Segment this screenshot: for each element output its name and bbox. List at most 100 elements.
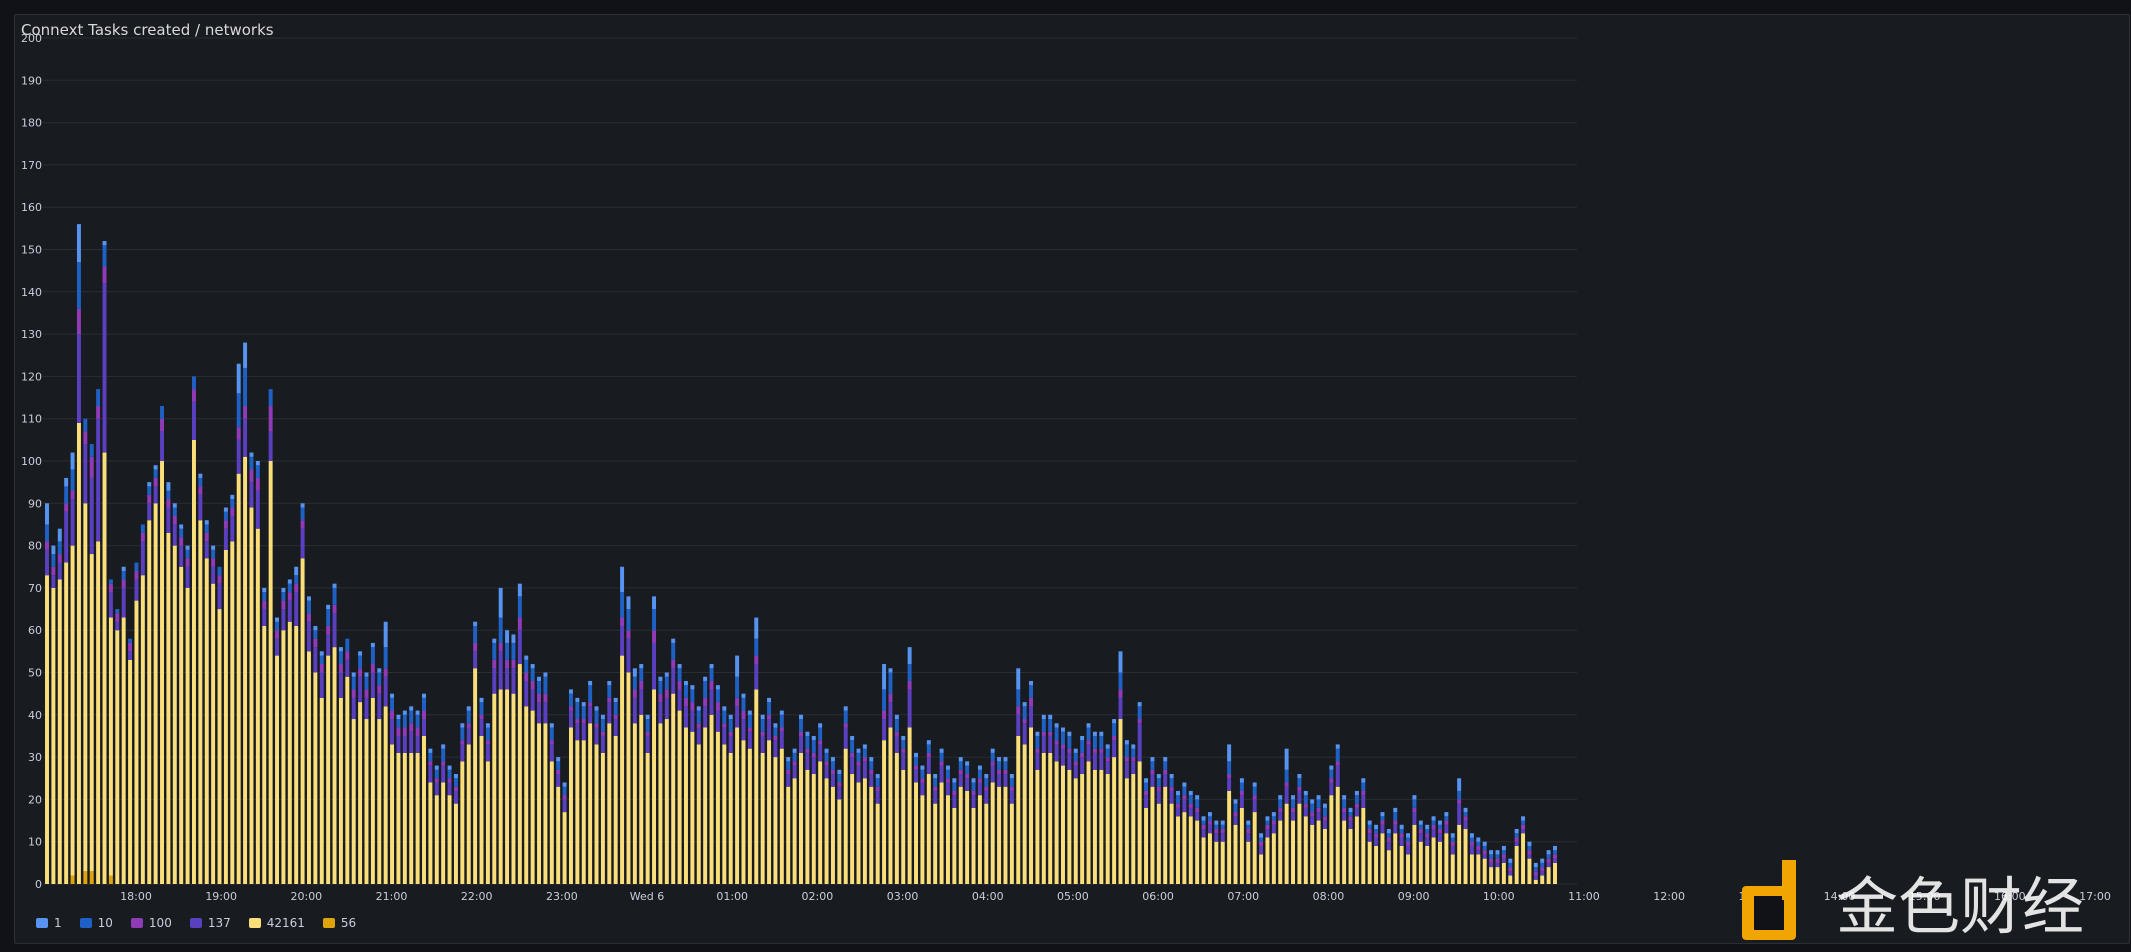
bar-segment-1 — [338, 647, 343, 652]
bar-segment-42161 — [147, 520, 152, 884]
bar-segment-1 — [211, 545, 216, 550]
bar-segment-137 — [1553, 858, 1557, 863]
bar-segment-1 — [1322, 803, 1327, 808]
bar-segment-100 — [1412, 807, 1417, 813]
bar-segment-137 — [1463, 820, 1468, 830]
legend-item-56[interactable]: 56 — [322, 916, 356, 930]
bar-segment-42161 — [1463, 829, 1468, 884]
bar-segment-10 — [1297, 778, 1302, 787]
y-tick-label: 20 — [28, 793, 42, 806]
bar-segment-100 — [1469, 841, 1474, 846]
bar-segment-10 — [268, 389, 273, 407]
bar-segment-100 — [364, 689, 369, 698]
bar-segment-137 — [549, 744, 554, 762]
bar-segment-10 — [1099, 735, 1104, 749]
bar-segment-10 — [632, 676, 637, 690]
bar-segment-1 — [1118, 651, 1123, 673]
bar-segment-1 — [1067, 731, 1072, 736]
bar-segment-1 — [588, 680, 593, 686]
bar-segment-42161 — [1048, 752, 1053, 884]
legend-item-137[interactable]: 137 — [189, 916, 231, 930]
bar-segment-42161 — [1035, 769, 1040, 884]
bar-segment-10 — [811, 740, 816, 753]
legend-item-1[interactable]: 1 — [36, 916, 62, 930]
bar-segment-10 — [1533, 867, 1538, 872]
bar-segment-10 — [1144, 782, 1149, 791]
bar-segment-10 — [1054, 727, 1059, 741]
bar-segment-42161 — [243, 456, 248, 884]
legend-item-10[interactable]: 10 — [79, 916, 113, 930]
bar-segment-1 — [166, 482, 171, 491]
bar-segment-42161 — [1016, 735, 1021, 884]
bar-segment-137 — [96, 418, 101, 542]
bar-segment-42161 — [562, 812, 567, 884]
bar-segment-100 — [1163, 769, 1168, 775]
bar-segment-10 — [338, 651, 343, 665]
bar-segment-42161 — [1188, 816, 1193, 884]
bar-segment-100 — [830, 769, 835, 775]
bar-segment-100 — [51, 566, 56, 576]
bar-segment-10 — [1003, 761, 1008, 770]
bar-segment-100 — [1438, 829, 1442, 834]
bar-segment-42161 — [1214, 841, 1219, 884]
bar-segment-10 — [1156, 778, 1161, 787]
bar-segment-1 — [332, 583, 337, 588]
legend-item-100[interactable]: 100 — [130, 916, 172, 930]
bar-segment-137 — [147, 503, 152, 521]
bar-segment-137 — [441, 765, 446, 783]
bar-segment-42161 — [1233, 824, 1238, 884]
bar-segment-137 — [1029, 706, 1034, 728]
bar-segment-1 — [1444, 812, 1449, 817]
bar-segment-42161 — [1169, 803, 1174, 884]
bar-segment-137 — [1246, 833, 1251, 842]
bar-segment-10 — [179, 528, 184, 538]
bar-segment-137 — [581, 723, 586, 741]
bar-segment-1 — [377, 668, 382, 673]
bar-segment-1 — [396, 714, 401, 720]
bar-segment-137 — [262, 609, 267, 626]
bar-segment-137 — [1425, 837, 1430, 846]
bar-segment-100 — [799, 731, 803, 736]
bar-segment-100 — [1393, 820, 1398, 825]
legend-item-42161[interactable]: 42161 — [248, 916, 305, 930]
bar-segment-42161 — [1137, 761, 1142, 884]
bar-segment-137 — [160, 431, 164, 461]
bar-segment-137 — [268, 431, 273, 461]
bar-segment-10 — [96, 389, 101, 407]
bar-segment-100 — [1195, 807, 1200, 813]
bar-segment-1 — [843, 706, 848, 711]
bar-segment-1 — [1291, 795, 1295, 800]
bar-segment-10 — [358, 655, 363, 669]
bar-segment-137 — [453, 790, 458, 804]
bar-segment-137 — [965, 778, 970, 791]
bar-segment-10 — [1310, 803, 1315, 813]
bar-segment-137 — [818, 744, 823, 762]
bar-segment-10 — [1252, 786, 1257, 796]
bar-segment-137 — [294, 592, 299, 626]
bar-segment-137 — [1003, 774, 1008, 787]
y-tick-label: 120 — [21, 370, 42, 383]
bar-segment-137 — [102, 283, 107, 453]
bar-segment-100 — [1361, 790, 1366, 796]
bar-segment-1 — [492, 638, 497, 643]
bar-segment-10 — [818, 727, 823, 741]
bar-segment-137 — [1041, 735, 1046, 753]
bar-segment-10 — [728, 719, 733, 732]
bar-segment-1 — [1022, 702, 1027, 707]
bar-segment-10 — [1239, 782, 1244, 791]
bar-segment-10 — [505, 642, 510, 660]
bar-segment-137 — [735, 706, 740, 728]
bar-segment-137 — [715, 710, 720, 732]
bar-segment-100 — [984, 786, 989, 791]
bar-segment-42161 — [767, 740, 772, 884]
bar-segment-137 — [396, 735, 401, 753]
bar-segment-1 — [1533, 862, 1538, 868]
y-tick-label: 140 — [21, 286, 42, 299]
bar-segment-100 — [1124, 757, 1129, 762]
bar-segment-42161 — [300, 558, 305, 884]
bar-segment-42161 — [939, 782, 944, 884]
bar-segment-100 — [1284, 782, 1289, 787]
bar-segment-100 — [1418, 829, 1423, 834]
bar-segment-10 — [1035, 735, 1040, 749]
bar-segment-10 — [799, 719, 803, 732]
